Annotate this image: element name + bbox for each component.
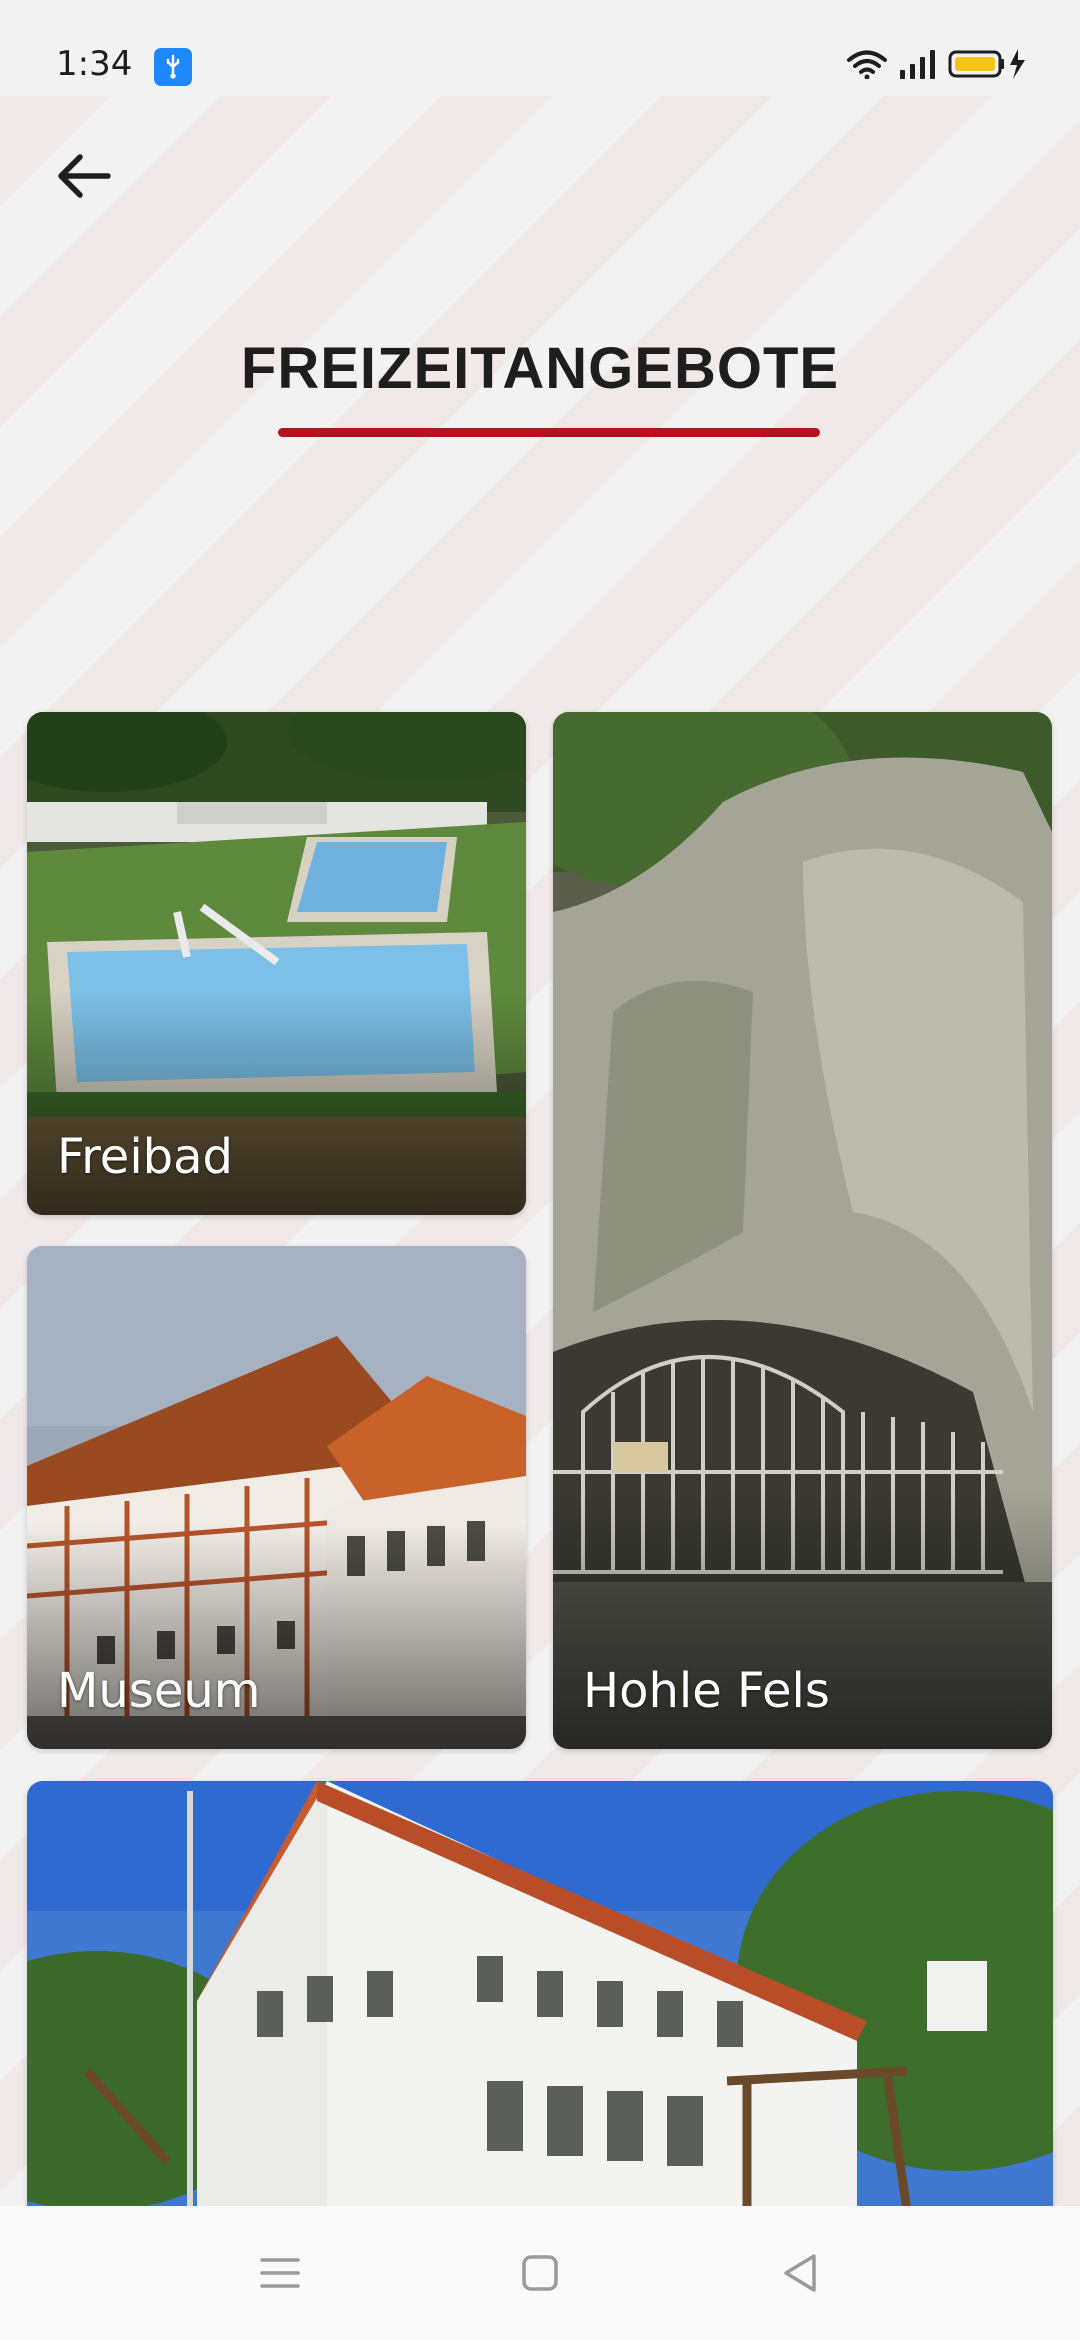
back-button[interactable] (52, 144, 116, 208)
status-icons (846, 46, 1028, 86)
arrow-left-icon (58, 154, 111, 198)
signal-icon (898, 48, 938, 85)
system-back-button[interactable] (770, 2243, 830, 2303)
card-label: Museum (57, 1663, 261, 1719)
battery-charging-icon (948, 47, 1028, 86)
home-button[interactable] (510, 2243, 570, 2303)
page-title: FREIZEITANGEBOTE (240, 336, 840, 401)
wifi-icon (846, 49, 888, 84)
back-triangle-icon (784, 2254, 816, 2292)
card-freibad[interactable]: Freibad (27, 712, 526, 1215)
card-museum[interactable]: Museum (27, 1246, 526, 1749)
usb-debug-icon (154, 48, 192, 86)
title-underline (278, 428, 820, 437)
card-label: Hohle Fels (583, 1663, 830, 1719)
home-square-icon (522, 2255, 558, 2291)
card-label: Freibad (57, 1129, 234, 1185)
card-rathaus[interactable] (27, 1781, 1053, 2211)
menu-icon (260, 2258, 300, 2288)
card-hohle-fels[interactable]: Hohle Fels (553, 712, 1052, 1749)
status-bar: 1:34 (0, 0, 1080, 96)
system-nav-bar (0, 2206, 1080, 2340)
status-time: 1:34 (56, 44, 133, 84)
menu-button[interactable] (250, 2243, 310, 2303)
rathaus-photo (27, 1781, 1053, 2211)
